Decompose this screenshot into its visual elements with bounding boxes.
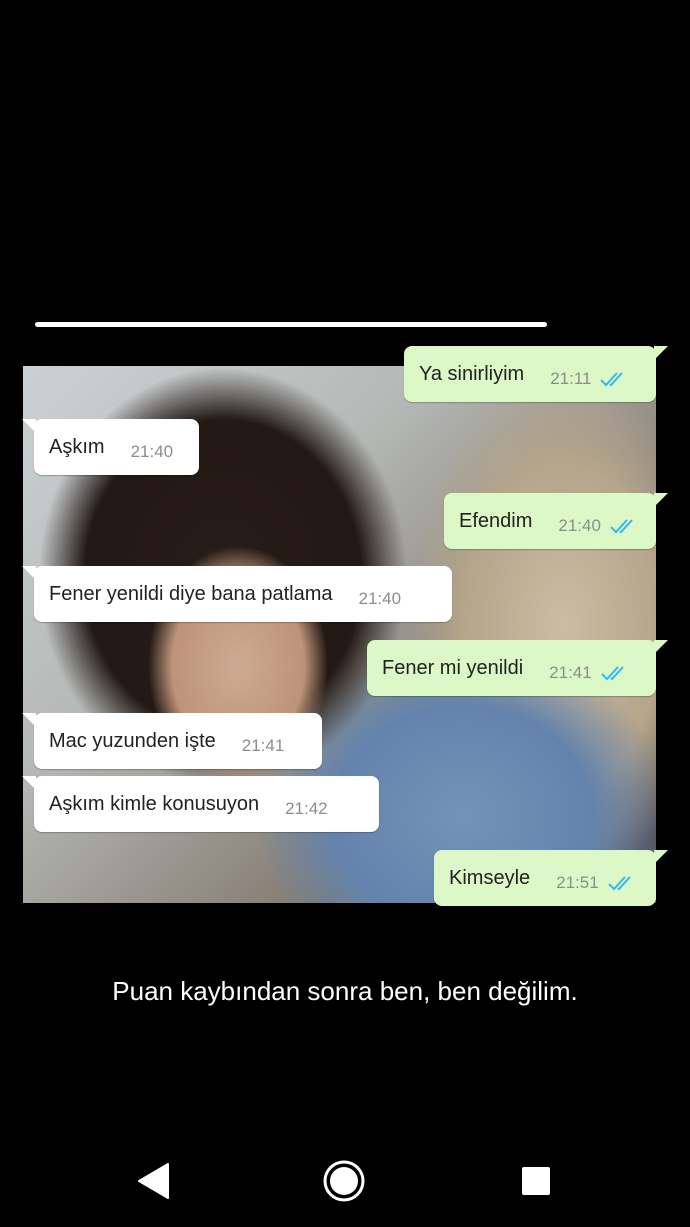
message-text: Fener mi yenildi xyxy=(382,656,524,679)
double-check-icon xyxy=(607,876,631,891)
message-text: Aşkım xyxy=(49,435,105,458)
message-text: Ya sinirliyim xyxy=(419,362,525,385)
message-time: 21:41 xyxy=(549,663,592,682)
message-time: 21:40 xyxy=(130,442,174,461)
message-incoming: Mac yuzunden işte 21:41 xyxy=(22,713,322,769)
message-text: Fener yenildi diye bana patlama xyxy=(49,582,333,605)
progress-bar xyxy=(35,322,547,327)
message-incoming: Aşkım 21:40 xyxy=(22,419,199,475)
message-incoming: Aşkım kimle konusuyon 21:42 xyxy=(22,776,379,832)
message-outgoing: Fener mi yenildi 21:41 xyxy=(367,640,668,696)
message-text: Mac yuzunden işte xyxy=(49,729,216,752)
message-text: Aşkım kimle konusuyon xyxy=(49,792,260,815)
double-check-icon xyxy=(601,666,624,681)
double-check-icon xyxy=(600,372,624,387)
message-time: 21:51 xyxy=(556,873,599,892)
recents-button[interactable] xyxy=(514,1159,558,1203)
message-time: 21:40 xyxy=(558,516,601,535)
message-time: 21:41 xyxy=(241,736,285,755)
message-outgoing: Ya sinirliyim 21:11 xyxy=(404,346,668,402)
recents-square-icon xyxy=(522,1167,550,1195)
back-triangle-icon xyxy=(138,1163,169,1199)
message-incoming: Fener yenildi diye bana patlama 21:40 xyxy=(22,566,452,622)
android-nav-bar xyxy=(0,1140,690,1227)
double-check-icon xyxy=(610,519,633,534)
message-time: 21:11 xyxy=(550,369,592,388)
message-text: Kimseyle xyxy=(449,866,531,889)
home-circle-icon xyxy=(323,1160,365,1202)
back-button[interactable] xyxy=(131,1159,175,1203)
home-button[interactable] xyxy=(322,1159,366,1203)
story-caption: Puan kaybından sonra ben, ben değilim. xyxy=(112,976,578,1006)
message-time: 21:40 xyxy=(358,589,402,608)
message-outgoing: Efendim 21:40 xyxy=(444,493,668,549)
message-time: 21:42 xyxy=(285,799,328,818)
message-text: Efendim xyxy=(459,509,533,532)
message-outgoing: Kimseyle 21:51 xyxy=(434,850,668,906)
